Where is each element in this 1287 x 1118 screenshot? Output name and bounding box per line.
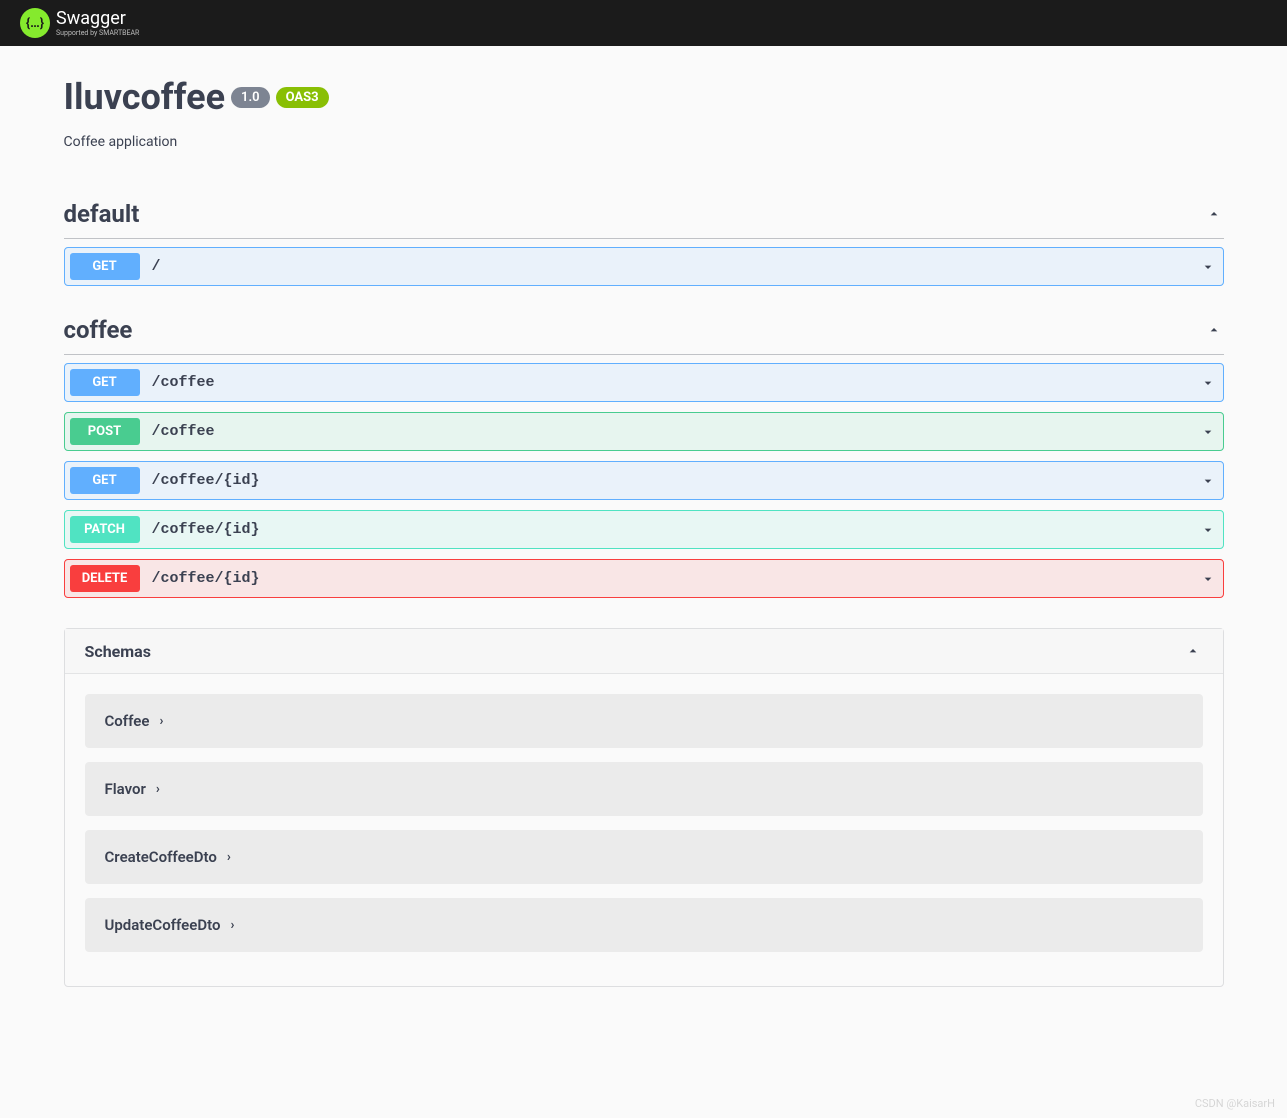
chevron-right-icon: ›	[156, 782, 160, 797]
tag-header-default[interactable]: default	[64, 190, 1224, 239]
schema-name: Coffee	[105, 712, 150, 730]
topbar: {…} Swagger Supported by SMARTBEAR	[0, 0, 1287, 46]
method-badge: DELETE	[70, 565, 140, 592]
chevron-right-icon: ›	[230, 918, 234, 933]
chevron-up-icon	[1183, 641, 1203, 661]
chevron-up-icon	[1204, 320, 1224, 340]
swagger-subtext: Supported by SMARTBEAR	[56, 30, 139, 37]
schema-item-updatecoffeedto[interactable]: UpdateCoffeeDto ›	[85, 898, 1203, 952]
operation-get-2[interactable]: GET/coffee/{id}	[64, 461, 1224, 500]
method-badge: GET	[70, 253, 140, 280]
tag-header-coffee[interactable]: coffee	[64, 306, 1224, 355]
operation-path: /coffee/{id}	[140, 570, 1198, 587]
chevron-down-icon	[1198, 520, 1218, 540]
operation-post-1[interactable]: POST/coffee	[64, 412, 1224, 451]
operation-path: /coffee	[140, 423, 1198, 440]
chevron-down-icon	[1198, 471, 1218, 491]
operation-summary[interactable]: POST/coffee	[65, 413, 1223, 450]
operation-summary[interactable]: PATCH/coffee/{id}	[65, 511, 1223, 548]
schemas-title: Schemas	[85, 642, 151, 661]
method-badge: GET	[70, 467, 140, 494]
chevron-up-icon	[1204, 204, 1224, 224]
api-info: Iluvcoffee 1.0 OAS3 Coffee application	[64, 76, 1224, 150]
schema-name: UpdateCoffeeDto	[105, 916, 221, 934]
tag-name: default	[64, 200, 140, 228]
tag-section-default: default GET/	[64, 190, 1224, 286]
schema-item-createcoffeedto[interactable]: CreateCoffeeDto ›	[85, 830, 1203, 884]
operation-path: /coffee	[140, 374, 1198, 391]
operation-summary[interactable]: GET/coffee/{id}	[65, 462, 1223, 499]
schemas-header[interactable]: Schemas	[65, 629, 1223, 674]
swagger-icon: {…}	[20, 8, 50, 38]
chevron-down-icon	[1198, 569, 1218, 589]
tag-section-coffee: coffeeGET/coffeePOST/coffeeGET/coffee/{i…	[64, 306, 1224, 598]
method-badge: POST	[70, 418, 140, 445]
schema-name: Flavor	[105, 780, 146, 798]
operation-get-0[interactable]: GET/coffee	[64, 363, 1224, 402]
api-description: Coffee application	[64, 134, 1224, 150]
schema-name: CreateCoffeeDto	[105, 848, 217, 866]
schema-item-coffee[interactable]: Coffee ›	[85, 694, 1203, 748]
api-title-row: Iluvcoffee 1.0 OAS3	[64, 76, 1224, 118]
operation-delete-4[interactable]: DELETE/coffee/{id}	[64, 559, 1224, 598]
operation-summary[interactable]: GET/coffee	[65, 364, 1223, 401]
operation-patch-3[interactable]: PATCH/coffee/{id}	[64, 510, 1224, 549]
operation-get-0[interactable]: GET/	[64, 247, 1224, 286]
oas-badge: OAS3	[276, 87, 329, 108]
method-badge: GET	[70, 369, 140, 396]
swagger-brand-text: Swagger	[56, 10, 139, 28]
watermark: CSDN @KaisarH	[1195, 1097, 1275, 1110]
tag-name: coffee	[64, 316, 133, 344]
operation-path: /coffee/{id}	[140, 521, 1198, 538]
chevron-right-icon: ›	[159, 714, 163, 729]
operation-path: /	[140, 258, 1198, 275]
operation-summary[interactable]: GET/	[65, 248, 1223, 285]
schema-item-flavor[interactable]: Flavor ›	[85, 762, 1203, 816]
operation-summary[interactable]: DELETE/coffee/{id}	[65, 560, 1223, 597]
chevron-right-icon: ›	[227, 850, 231, 865]
chevron-down-icon	[1198, 257, 1218, 277]
chevron-down-icon	[1198, 422, 1218, 442]
version-badge: 1.0	[231, 87, 270, 108]
schemas-section: Schemas Coffee›Flavor›CreateCoffeeDto›Up…	[64, 628, 1224, 987]
swagger-logo-link[interactable]: {…} Swagger Supported by SMARTBEAR	[20, 8, 139, 38]
chevron-down-icon	[1198, 373, 1218, 393]
operation-path: /coffee/{id}	[140, 472, 1198, 489]
api-title: Iluvcoffee	[64, 76, 226, 118]
method-badge: PATCH	[70, 516, 140, 543]
